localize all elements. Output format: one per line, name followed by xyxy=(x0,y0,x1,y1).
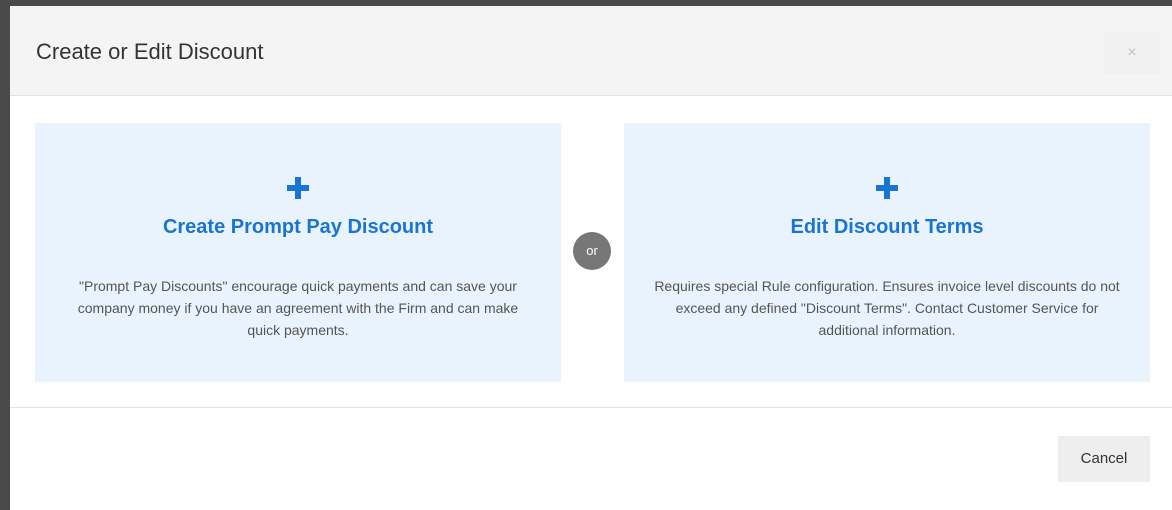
create-prompt-pay-discount-description: "Prompt Pay Discounts" encourage quick p… xyxy=(77,278,519,338)
edit-discount-terms-description: Requires special Rule configuration. Ens… xyxy=(654,278,1120,338)
dialog-header: Create or Edit Discount × xyxy=(10,6,1172,96)
dialog-body: Create Prompt Pay Discount "Prompt Pay D… xyxy=(10,96,1172,408)
close-icon: × xyxy=(1127,44,1137,61)
create-edit-discount-dialog: Create or Edit Discount × Create Prompt … xyxy=(10,6,1172,510)
or-separator-badge: or xyxy=(573,232,611,270)
plus-icon xyxy=(287,177,309,199)
edit-discount-terms-title: Edit Discount Terms xyxy=(790,216,984,238)
dialog-footer: Cancel xyxy=(10,408,1172,510)
close-button[interactable]: × xyxy=(1104,32,1160,74)
create-prompt-pay-discount-title: Create Prompt Pay Discount xyxy=(162,216,434,238)
plus-icon xyxy=(876,177,898,199)
dialog-title: Create or Edit Discount xyxy=(36,39,264,64)
edit-discount-terms-card[interactable]: Edit Discount Terms Requires special Rul… xyxy=(624,123,1150,382)
create-prompt-pay-discount-card[interactable]: Create Prompt Pay Discount "Prompt Pay D… xyxy=(35,123,561,382)
cancel-button[interactable]: Cancel xyxy=(1058,436,1150,482)
